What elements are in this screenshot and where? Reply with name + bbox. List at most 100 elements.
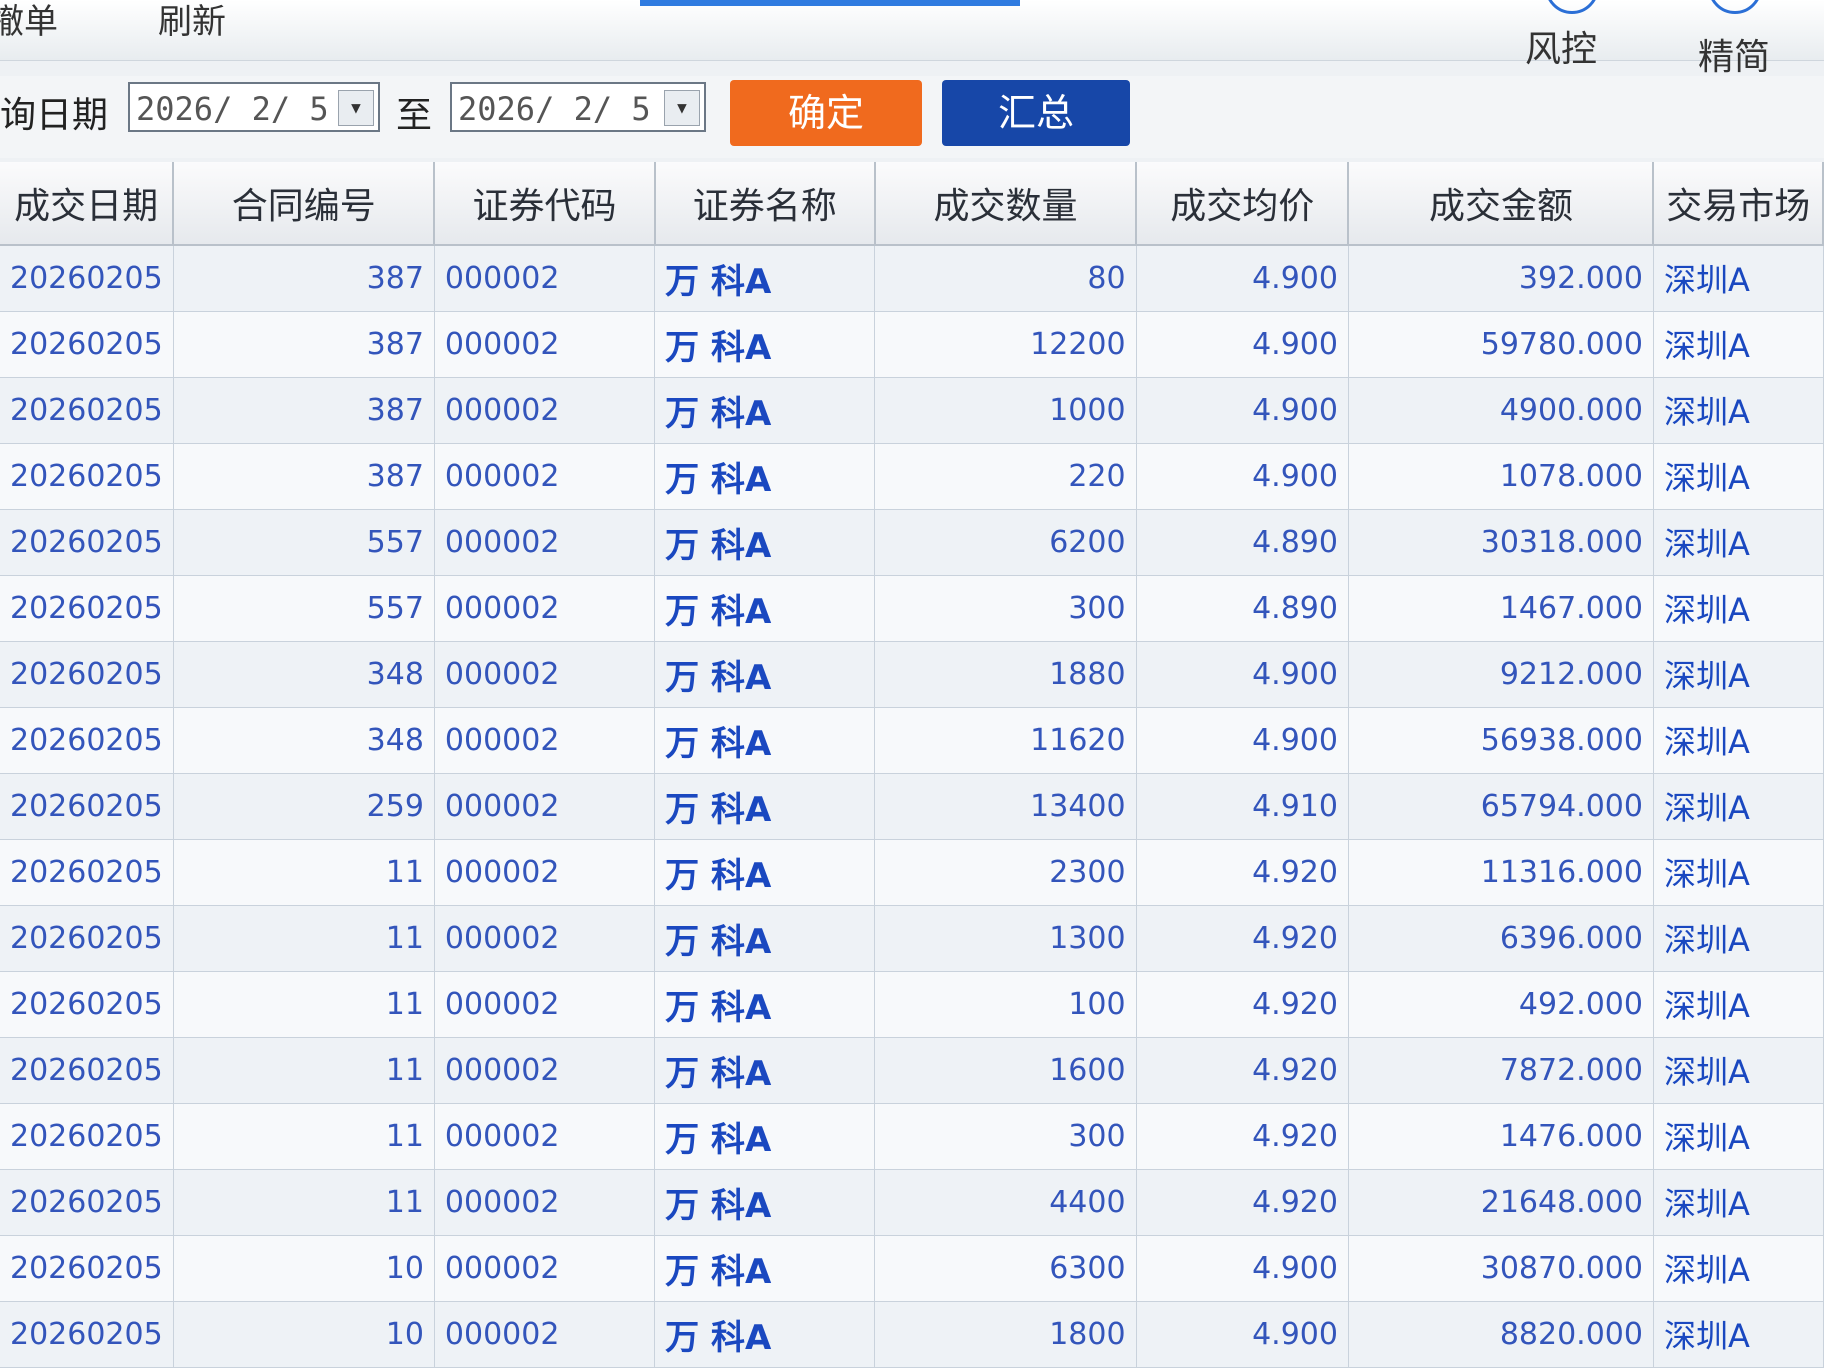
cell-trade-amount: 1078.000 <box>1348 443 1654 510</box>
cell-trade-quantity: 6300 <box>874 1235 1137 1302</box>
toolbar-risk-control[interactable]: 风控 <box>1525 20 1597 72</box>
cell-trade-amount: 4900.000 <box>1348 377 1654 444</box>
table-row[interactable]: 20260205 10 000002 万 科A 1800 4.900 8820.000 深圳A <box>0 1301 1824 1368</box>
cell-security-code: 000002 <box>434 641 656 708</box>
cell-avg-price: 4.890 <box>1136 509 1349 576</box>
table-body: 20260205 387 000002 万 科A 80 4.900 392.000 深圳A 20… <box>0 245 1824 1368</box>
chevron-down-icon[interactable]: ▼ <box>338 90 374 126</box>
table-row[interactable]: 20260205 348 000002 万 科A 11620 4.900 56938.000… <box>0 707 1824 774</box>
cell-trade-quantity: 1600 <box>874 1037 1137 1104</box>
toolbar-simplify[interactable]: 精简 <box>1698 28 1770 80</box>
chevron-down-icon[interactable]: ▼ <box>664 90 700 126</box>
cell-trade-date: 20260205 <box>0 1301 174 1368</box>
cell-trade-quantity: 1800 <box>874 1301 1137 1368</box>
cell-security-name: 万 科A <box>654 971 876 1038</box>
cell-trade-quantity: 1300 <box>874 905 1137 972</box>
table-row[interactable]: 20260205 348 000002 万 科A 1880 4.900 9212.000 深圳… <box>0 641 1824 708</box>
cell-market: 深圳A <box>1653 773 1824 840</box>
header-security-code[interactable]: 证券代码 <box>434 162 656 246</box>
cell-security-name: 万 科A <box>654 311 876 378</box>
cell-trade-quantity: 12200 <box>874 311 1137 378</box>
cell-trade-date: 20260205 <box>0 839 174 906</box>
cell-trade-amount: 1467.000 <box>1348 575 1654 642</box>
cell-contract-no: 387 <box>173 311 435 378</box>
cell-avg-price: 4.900 <box>1136 443 1349 510</box>
table-row[interactable]: 20260205 11 000002 万 科A 1300 4.920 6396.000 深圳A <box>0 905 1824 972</box>
cell-avg-price: 4.920 <box>1136 839 1349 906</box>
cell-security-name: 万 科A <box>654 1169 876 1236</box>
header-market[interactable]: 交易市场 <box>1653 162 1824 246</box>
cell-contract-no: 557 <box>173 509 435 576</box>
cell-market: 深圳A <box>1653 443 1824 510</box>
cell-security-name: 万 科A <box>654 509 876 576</box>
toolbar-refresh[interactable]: 刷新 <box>158 0 226 43</box>
cell-trade-quantity: 4400 <box>874 1169 1137 1236</box>
cell-trade-quantity: 80 <box>874 245 1137 312</box>
cell-security-name: 万 科A <box>654 905 876 972</box>
cell-security-name: 万 科A <box>654 773 876 840</box>
date-range-to-label: 至 <box>396 95 433 136</box>
table-row[interactable]: 20260205 557 000002 万 科A 6200 4.890 30318.000 深… <box>0 509 1824 576</box>
table-row[interactable]: 20260205 11 000002 万 科A 300 4.920 1476.000 深圳A <box>0 1103 1824 1170</box>
header-security-name[interactable]: 证券名称 <box>654 162 876 246</box>
cell-security-code: 000002 <box>434 575 656 642</box>
cell-contract-no: 348 <box>173 641 435 708</box>
risk-control-icon[interactable] <box>1545 0 1599 14</box>
confirm-button[interactable]: 确定 <box>730 80 922 146</box>
toolbar-cancel-order[interactable]: 撤单 <box>0 0 58 43</box>
end-date-picker[interactable]: 2026/ 2/ 5 ▼ <box>450 82 706 132</box>
cell-contract-no: 11 <box>173 1169 435 1236</box>
cell-trade-date: 20260205 <box>0 707 174 774</box>
table-row[interactable]: 20260205 11 000002 万 科A 4400 4.920 21648.000 深圳… <box>0 1169 1824 1236</box>
summary-button[interactable]: 汇总 <box>942 80 1130 146</box>
table-row[interactable]: 20260205 11 000002 万 科A 1600 4.920 7872.000 深圳A <box>0 1037 1824 1104</box>
cell-security-code: 000002 <box>434 509 656 576</box>
header-trade-amount[interactable]: 成交金额 <box>1348 162 1655 246</box>
table-row[interactable]: 20260205 387 000002 万 科A 80 4.900 392.000 深圳A <box>0 245 1824 312</box>
cell-contract-no: 387 <box>173 377 435 444</box>
header-contract-no[interactable]: 合同编号 <box>173 162 436 246</box>
cell-contract-no: 10 <box>173 1301 435 1368</box>
cell-trade-date: 20260205 <box>0 1037 174 1104</box>
cell-avg-price: 4.900 <box>1136 1301 1349 1368</box>
table-row[interactable]: 20260205 11 000002 万 科A 100 4.920 492.000 深圳A <box>0 971 1824 1038</box>
table-row[interactable]: 20260205 11 000002 万 科A 2300 4.920 11316.000 深圳… <box>0 839 1824 906</box>
header-trade-date[interactable]: 成交日期 <box>0 162 175 246</box>
cell-security-name: 万 科A <box>654 1235 876 1302</box>
cell-trade-quantity: 220 <box>874 443 1137 510</box>
cell-security-name: 万 科A <box>654 575 876 642</box>
table-row[interactable]: 20260205 259 000002 万 科A 13400 4.910 65794.000… <box>0 773 1824 840</box>
cell-trade-date: 20260205 <box>0 575 174 642</box>
cell-security-code: 000002 <box>434 377 656 444</box>
cell-trade-amount: 56938.000 <box>1348 707 1654 774</box>
cell-trade-date: 20260205 <box>0 377 174 444</box>
cell-security-name: 万 科A <box>654 245 876 312</box>
cell-trade-quantity: 6200 <box>874 509 1137 576</box>
header-trade-quantity[interactable]: 成交数量 <box>874 162 1138 246</box>
cell-market: 深圳A <box>1653 905 1824 972</box>
simplify-icon[interactable] <box>1708 0 1762 14</box>
cell-trade-date: 20260205 <box>0 1169 174 1236</box>
cell-contract-no: 387 <box>173 443 435 510</box>
table-row[interactable]: 20260205 387 000002 万 科A 220 4.900 1078.000 深圳A <box>0 443 1824 510</box>
table-row[interactable]: 20260205 387 000002 万 科A 12200 4.900 59780.000… <box>0 311 1824 378</box>
cell-contract-no: 10 <box>173 1235 435 1302</box>
cell-market: 深圳A <box>1653 707 1824 774</box>
table-row[interactable]: 20260205 10 000002 万 科A 6300 4.900 30870.000 深圳… <box>0 1235 1824 1302</box>
cell-security-code: 000002 <box>434 839 656 906</box>
cell-market: 深圳A <box>1653 509 1824 576</box>
cell-security-code: 000002 <box>434 773 656 840</box>
cell-trade-amount: 9212.000 <box>1348 641 1654 708</box>
start-date-picker[interactable]: 2026/ 2/ 5 ▼ <box>128 82 380 132</box>
cell-trade-quantity: 13400 <box>874 773 1137 840</box>
table-row[interactable]: 20260205 557 000002 万 科A 300 4.890 1467.000 深圳A <box>0 575 1824 642</box>
active-tab-indicator <box>640 0 1020 6</box>
cell-avg-price: 4.900 <box>1136 1235 1349 1302</box>
cell-security-name: 万 科A <box>654 1103 876 1170</box>
cell-security-name: 万 科A <box>654 1301 876 1368</box>
cell-market: 深圳A <box>1653 311 1824 378</box>
table-row[interactable]: 20260205 387 000002 万 科A 1000 4.900 4900.000 深圳… <box>0 377 1824 444</box>
cell-security-code: 000002 <box>434 443 656 510</box>
header-avg-price[interactable]: 成交均价 <box>1136 162 1350 246</box>
cell-market: 深圳A <box>1653 839 1824 906</box>
